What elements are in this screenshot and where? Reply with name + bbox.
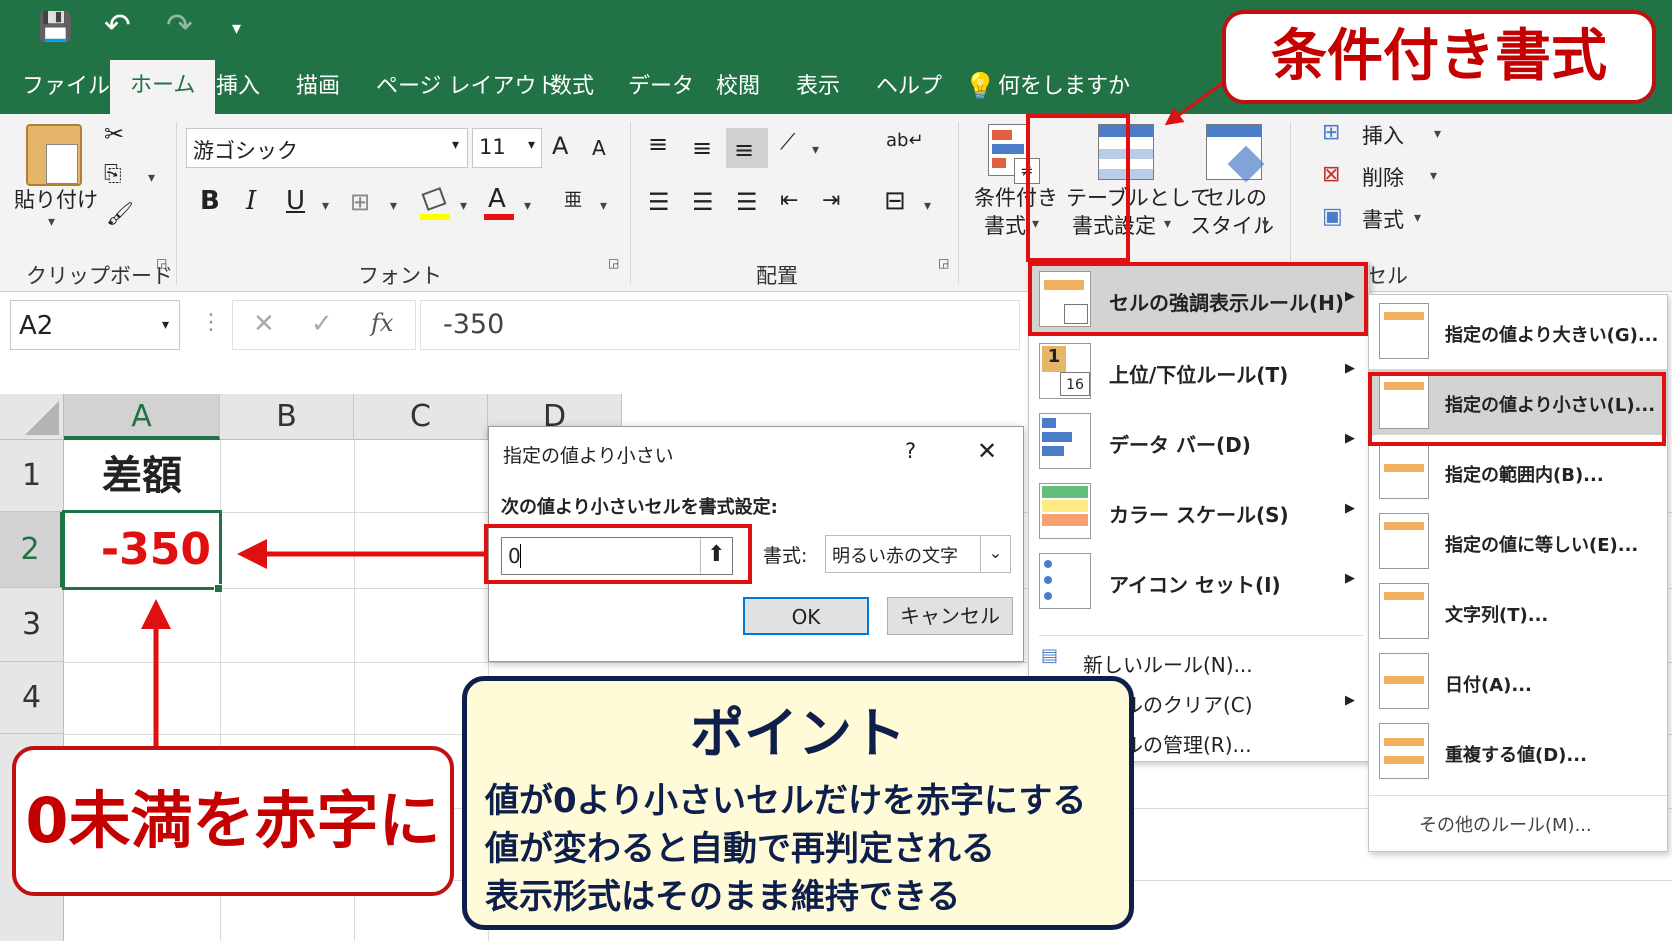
point-line-2: 値が変わると自動で再判定される <box>485 829 995 869</box>
red-note-callout: 0未満を赤字に <box>12 746 454 896</box>
point-title: ポイント <box>690 702 906 765</box>
point-line-1: 値が0より小さいセルだけを赤字にする <box>485 781 1087 821</box>
point-line-3: 表示形式はそのまま維持できる <box>485 877 961 917</box>
point-box: ポイント 値が0より小さいセルだけを赤字にする 値が変わると自動で再判定される … <box>462 676 1134 930</box>
arrow-to-cond-format <box>1164 80 1225 126</box>
cond-format-title-callout: 条件付き書式 <box>1222 10 1656 104</box>
